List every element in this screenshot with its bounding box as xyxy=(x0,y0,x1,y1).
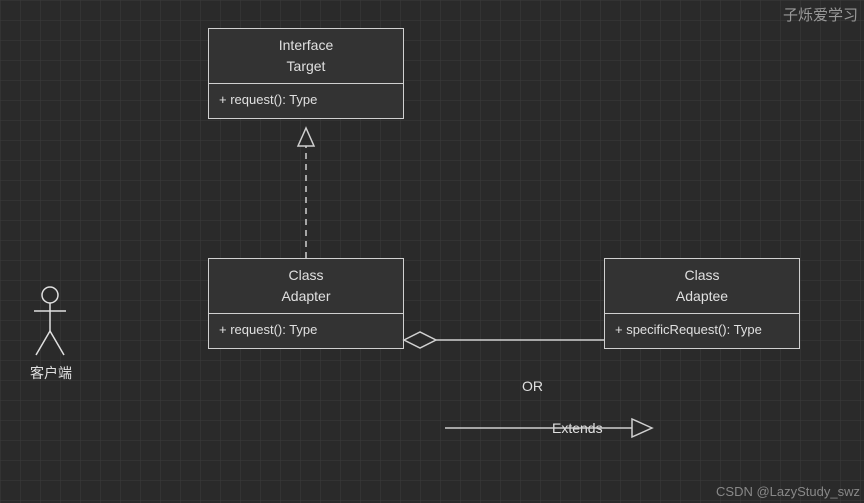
realization-arrow xyxy=(298,128,314,258)
label-or: OR xyxy=(522,378,543,394)
stereotype: Class xyxy=(615,265,789,286)
watermark-top: 子烁爱学习 xyxy=(783,4,858,25)
extends-arrow xyxy=(445,419,652,437)
actor-client: 客户端 xyxy=(30,285,72,383)
uml-body-target: + request(): Type xyxy=(209,84,403,118)
uml-body-adaptee: + specificRequest(): Type xyxy=(605,314,799,348)
watermark-bottom: CSDN @LazyStudy_swz xyxy=(716,484,860,499)
uml-body-adapter: + request(): Type xyxy=(209,314,403,348)
connectors-overlay xyxy=(0,0,864,503)
uml-box-target: Interface Target + request(): Type xyxy=(208,28,404,119)
class-name: Adaptee xyxy=(615,286,789,307)
uml-box-adapter: Class Adapter + request(): Type xyxy=(208,258,404,349)
uml-header-adapter: Class Adapter xyxy=(209,259,403,314)
class-name: Adapter xyxy=(219,286,393,307)
actor-icon xyxy=(30,285,70,359)
stereotype: Class xyxy=(219,265,393,286)
class-name: Target xyxy=(219,56,393,77)
uml-header-adaptee: Class Adaptee xyxy=(605,259,799,314)
uml-header-target: Interface Target xyxy=(209,29,403,84)
actor-label: 客户端 xyxy=(30,363,72,383)
label-extends: Extends xyxy=(552,420,603,436)
uml-box-adaptee: Class Adaptee + specificRequest(): Type xyxy=(604,258,800,349)
stereotype: Interface xyxy=(219,35,393,56)
aggregation-connector xyxy=(404,332,604,348)
